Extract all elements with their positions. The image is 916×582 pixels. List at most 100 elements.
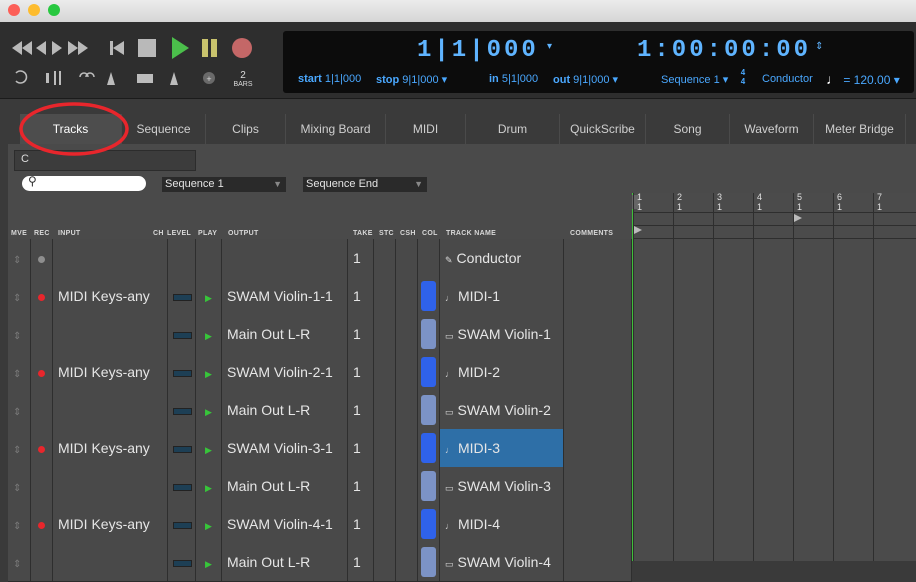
play-enable-icon[interactable]: ▶ (196, 331, 212, 341)
pause-icon[interactable] (202, 39, 217, 57)
cell-name[interactable]: ♩ MIDI-4 (440, 505, 564, 543)
cell-csh[interactable] (396, 277, 418, 315)
cell-name[interactable]: ▭ SWAM Violin-3 (440, 467, 564, 505)
tab-meter-bridge[interactable]: Meter Bridge (814, 114, 906, 144)
cell-play[interactable]: ▶ (196, 467, 222, 505)
record-enable-icon[interactable] (38, 445, 45, 453)
ruler-bar-label[interactable]: 31 (717, 192, 722, 212)
col-header-track-name[interactable]: TRACK NAME (446, 230, 496, 237)
cell-mve[interactable]: ⇕ (8, 391, 31, 429)
record-enable-icon[interactable] (38, 369, 45, 377)
cell-name[interactable]: ▭ SWAM Violin-2 (440, 391, 564, 429)
tempo-field[interactable]: ♩ = 120.00 ▾ (826, 71, 900, 87)
main-position-counter[interactable]: 1|1|000 (417, 37, 539, 64)
cell-rec[interactable] (31, 543, 53, 581)
loop-marker-icon[interactable] (794, 214, 802, 222)
cell-comments[interactable] (564, 429, 632, 467)
track-color-swatch[interactable] (421, 357, 436, 387)
auto-rewind-icon[interactable] (107, 72, 115, 85)
counter-stepper-icon[interactable]: ⇕ (815, 41, 823, 52)
in-field[interactable]: in 5|1|000 (489, 73, 538, 85)
cell-mve[interactable]: ⇕ (8, 353, 31, 391)
cell-take[interactable]: 1 (348, 543, 374, 581)
table-row[interactable]: ⇕ MIDI Keys-any ▶ SWAM Violin-4-1 1 ♩ MIDI-4 (8, 505, 632, 544)
cell-play[interactable]: ▶ (196, 505, 222, 543)
table-row[interactable]: ⇕ MIDI Keys-any ▶ SWAM Violin-1-1 1 ♩ MIDI-1 (8, 277, 632, 316)
cell-output[interactable]: SWAM Violin-2-1 (222, 353, 348, 391)
col-header-comments[interactable]: COMMENTS (570, 230, 613, 237)
cell-stc[interactable] (374, 239, 396, 277)
cell-output[interactable]: Main Out L-R (222, 543, 348, 581)
close-window-button[interactable] (8, 4, 20, 16)
move-handle-icon[interactable]: ⇕ (8, 483, 21, 494)
cell-play[interactable]: ▶ (196, 353, 222, 391)
cell-comments[interactable] (564, 239, 632, 277)
cell-mve[interactable]: ⇕ (8, 467, 31, 505)
track-name-label[interactable]: MIDI-4 (458, 516, 500, 532)
col-header-play[interactable]: PLAY (198, 230, 217, 237)
record-enable-icon[interactable] (38, 255, 45, 263)
cell-level[interactable] (168, 315, 196, 353)
cell-comments[interactable] (564, 505, 632, 543)
track-name-label[interactable]: MIDI-3 (458, 440, 500, 456)
cell-input[interactable]: MIDI Keys-any (53, 353, 168, 391)
ruler-bar-label[interactable]: 11 (637, 192, 642, 212)
cell-take[interactable]: 1 (348, 315, 374, 353)
punch-in-icon[interactable] (46, 73, 49, 83)
stop-field[interactable]: stop 9|1|000 ▾ (376, 73, 447, 86)
cell-take[interactable]: 1 (348, 277, 374, 315)
fast-forward-icon[interactable] (68, 41, 88, 55)
cell-level[interactable] (168, 239, 196, 277)
cell-input[interactable] (53, 315, 168, 353)
cell-play[interactable]: ▶ (196, 429, 222, 467)
minimize-window-button[interactable] (28, 4, 40, 16)
cell-col[interactable] (418, 277, 440, 315)
cell-output[interactable]: Main Out L-R (222, 467, 348, 505)
cell-mve[interactable]: ⇕ (8, 315, 31, 353)
cell-level[interactable] (168, 353, 196, 391)
memory-cycle-icon[interactable] (170, 72, 178, 85)
cell-mve[interactable]: ⇕ (8, 277, 31, 315)
move-handle-icon[interactable]: ⇕ (8, 255, 21, 266)
move-handle-icon[interactable]: ⇕ (8, 407, 21, 418)
cell-input[interactable]: MIDI Keys-any (53, 429, 168, 467)
cell-name[interactable]: ✎ Conductor (440, 239, 564, 277)
cell-take[interactable]: 1 (348, 505, 374, 543)
ruler-bar-label[interactable]: 21 (677, 192, 682, 212)
zoom-window-button[interactable] (48, 4, 60, 16)
tab-mixing-board[interactable]: Mixing Board (286, 114, 386, 144)
cell-comments[interactable] (564, 353, 632, 391)
cell-col[interactable] (418, 353, 440, 391)
cell-input[interactable] (53, 391, 168, 429)
tab-sequence[interactable]: Sequence (122, 114, 206, 144)
col-header-csh[interactable]: CSH (400, 230, 416, 237)
overdub-icon[interactable] (137, 74, 153, 83)
start-field[interactable]: start 1|1|000 (298, 73, 361, 85)
cell-col[interactable] (418, 315, 440, 353)
cell-mve[interactable]: ⇕ (8, 429, 31, 467)
tab-quickscribe[interactable]: QuickScribe (560, 114, 646, 144)
cell-play[interactable]: ▶ (196, 277, 222, 315)
step-forward-icon[interactable] (52, 41, 62, 55)
table-row[interactable]: ⇕ MIDI Keys-any ▶ SWAM Violin-3-1 1 ♩ MIDI-3 (8, 429, 632, 468)
cell-level[interactable] (168, 505, 196, 543)
cell-stc[interactable] (374, 543, 396, 581)
secondary-counter[interactable]: 1:00:00:00 (637, 37, 811, 64)
cell-col[interactable] (418, 543, 440, 581)
cell-rec[interactable] (31, 315, 53, 353)
cell-mve[interactable]: ⇕ (8, 505, 31, 543)
cell-output[interactable]: SWAM Violin-3-1 (222, 429, 348, 467)
sequence-select[interactable]: Sequence 1 ▼ (162, 177, 286, 192)
cell-rec[interactable] (31, 505, 53, 543)
cell-input[interactable] (53, 467, 168, 505)
cell-take[interactable]: 1 (348, 429, 374, 467)
cell-input[interactable]: MIDI Keys-any (53, 277, 168, 315)
cell-play[interactable] (196, 239, 222, 277)
cell-csh[interactable] (396, 315, 418, 353)
play-enable-icon[interactable]: ▶ (196, 521, 212, 531)
tab-tracks[interactable]: Tracks (20, 114, 122, 144)
cell-csh[interactable] (396, 429, 418, 467)
cell-output[interactable]: Main Out L-R (222, 391, 348, 429)
cell-play[interactable]: ▶ (196, 391, 222, 429)
cell-col[interactable] (418, 391, 440, 429)
